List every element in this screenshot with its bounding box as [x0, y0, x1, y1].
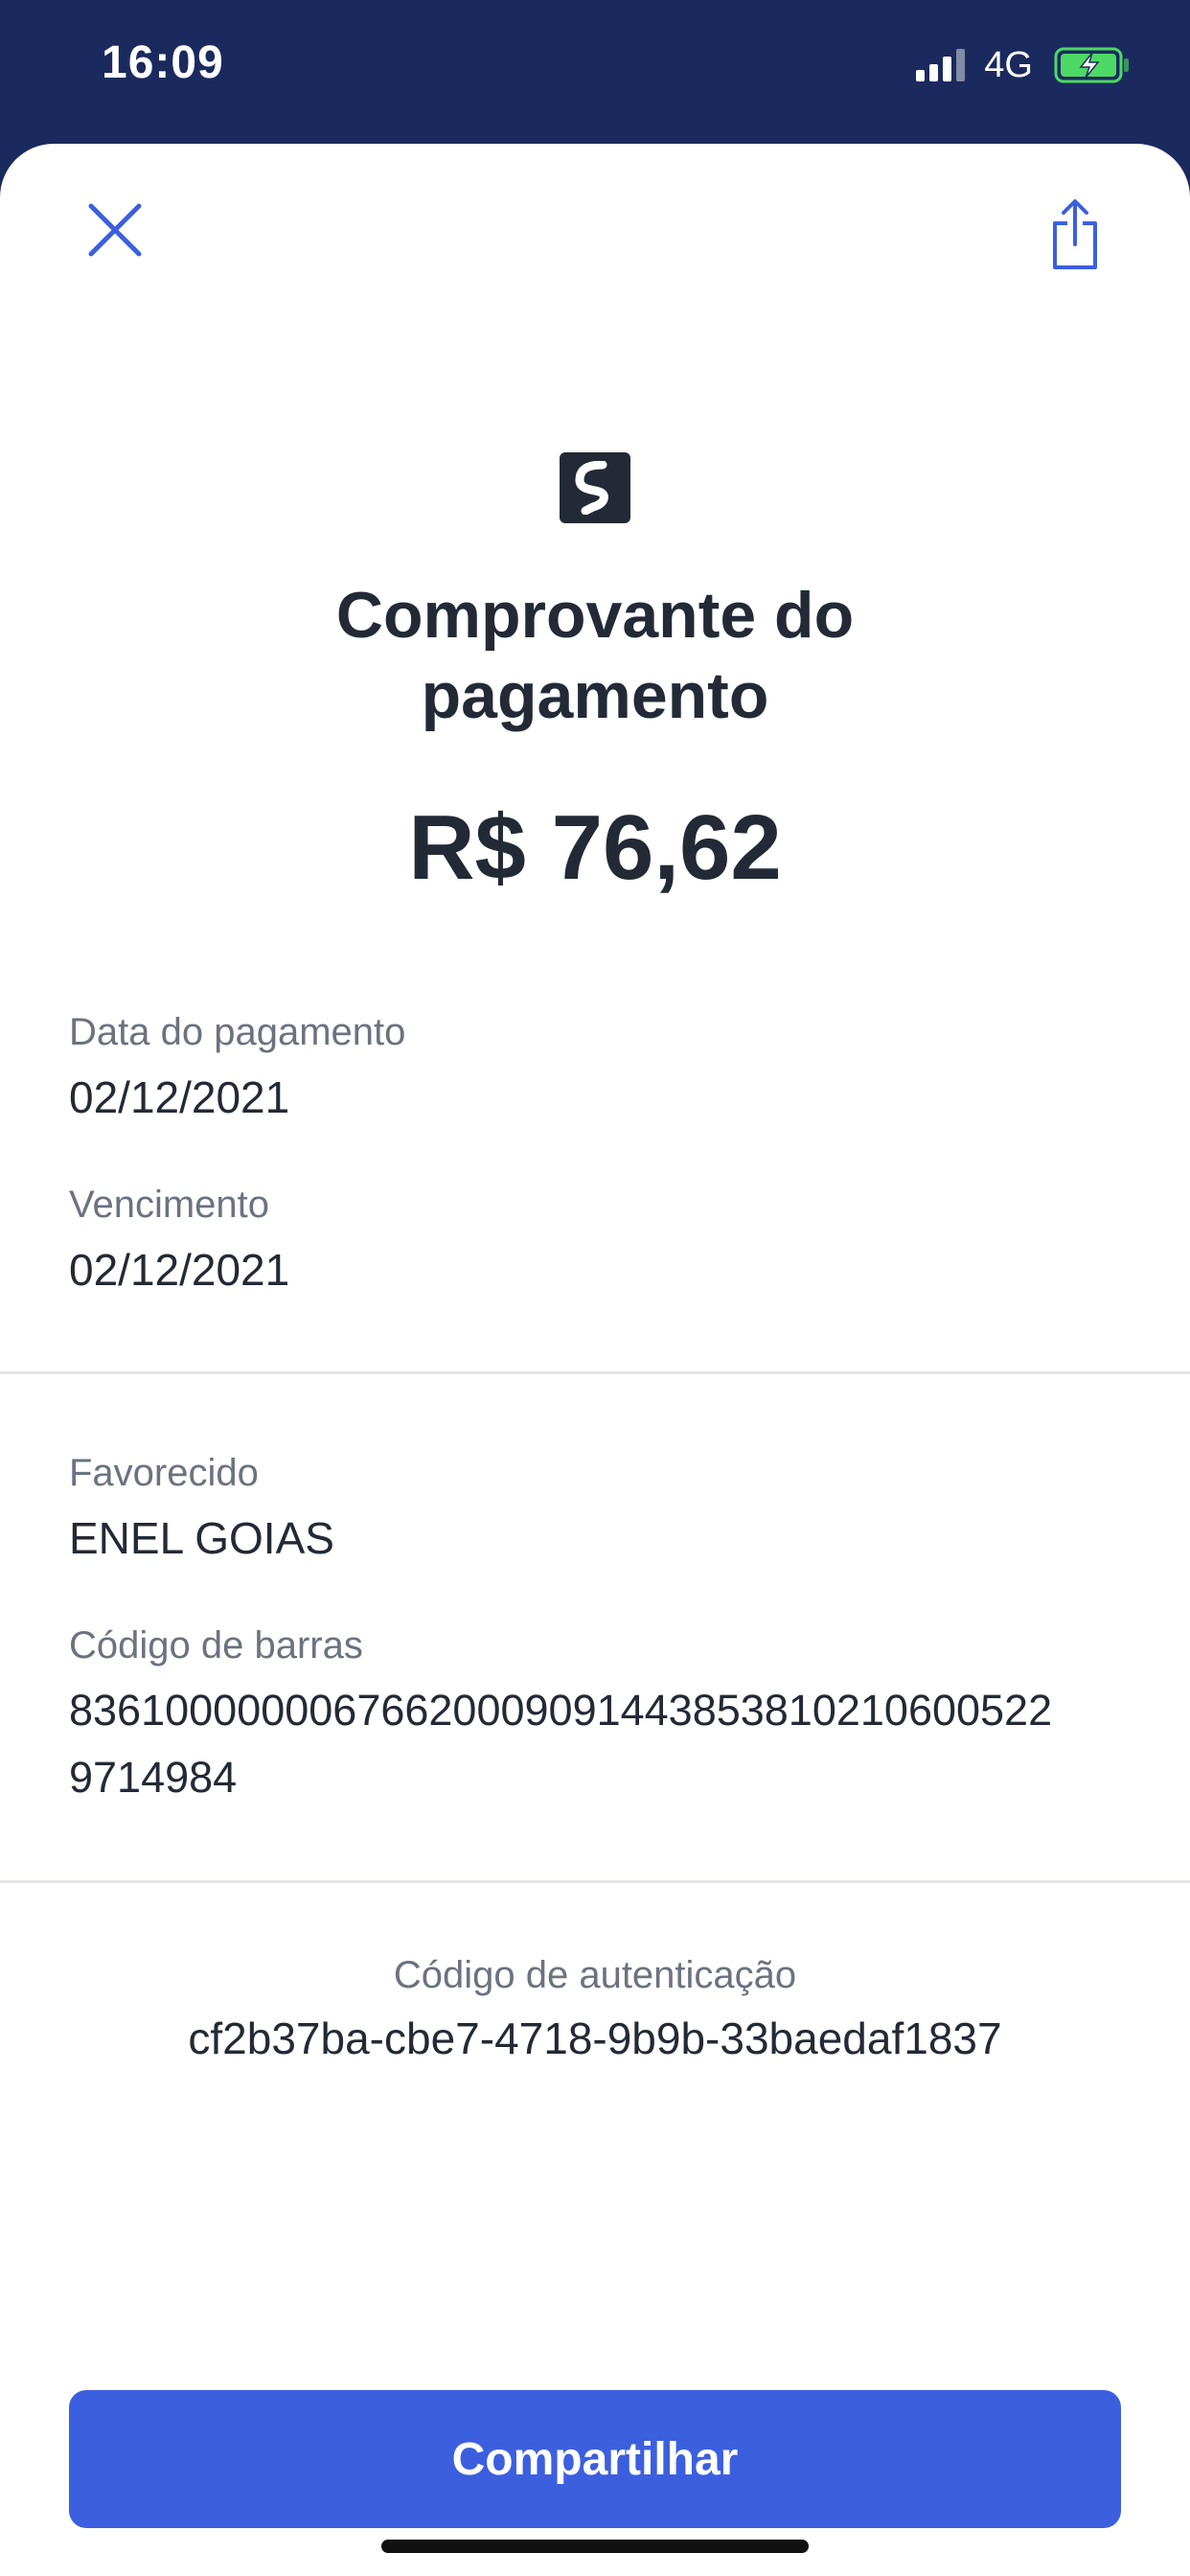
payment-date-value: 02/12/2021: [69, 1072, 290, 1122]
payee-field: Favorecido ENEL GOIAS: [69, 1449, 1123, 1572]
share-upload-icon: [1053, 199, 1097, 269]
bank-logo-icon: [560, 452, 630, 523]
due-date-field: Vencimento 02/12/2021: [69, 1181, 1123, 1303]
due-date-label: Vencimento: [69, 1184, 270, 1226]
section-divider: [0, 1371, 1190, 1374]
network-type: 4G: [984, 44, 1033, 85]
signal-strength-icon: [916, 49, 966, 81]
page-title-line-2: pagamento: [421, 659, 769, 732]
payee-value: ENEL GOIAS: [69, 1513, 334, 1563]
barcode-value-line-2: 9714984: [69, 1753, 238, 1802]
section-divider: [0, 1880, 1190, 1883]
barcode-value: 8361000000067662000909144385381021060052…: [69, 1677, 1123, 1811]
authentication-label: Código de autenticação: [393, 1954, 797, 1996]
authentication-value: cf2b37ba-cbe7-4718-9b9b-33baedaf1837: [188, 2013, 1002, 2063]
barcode-value-line-1: 8361000000067662000909144385381021060052…: [69, 1686, 1053, 1735]
barcode-field: Código de barras 83610000000676620009091…: [69, 1622, 1123, 1811]
battery-charging-icon: [1054, 47, 1129, 83]
due-date-value: 02/12/2021: [69, 1245, 290, 1295]
status-indicators: 4G: [916, 42, 1131, 88]
barcode-label: Código de barras: [69, 1624, 363, 1667]
share-button[interactable]: Compartilhar: [69, 2390, 1121, 2528]
payment-date-label: Data do pagamento: [69, 1011, 406, 1053]
page-title-line-1: Comprovante do: [335, 579, 855, 652]
authentication-field: Código de autenticação cf2b37ba-cbe7-471…: [0, 1951, 1190, 2072]
page-title: Comprovante do pagamento: [0, 575, 1190, 736]
payment-date-field: Data do pagamento 02/12/2021: [69, 1008, 1123, 1131]
payment-amount: R$ 76,62: [408, 796, 782, 899]
share-icon-button[interactable]: [1037, 192, 1113, 278]
close-button[interactable]: [77, 192, 153, 268]
status-bar: 16:09 4G: [0, 0, 1190, 144]
home-indicator: [381, 2540, 809, 2553]
status-time: 16:09: [102, 37, 224, 88]
payee-label: Favorecido: [69, 1452, 259, 1494]
close-icon: [88, 203, 142, 257]
